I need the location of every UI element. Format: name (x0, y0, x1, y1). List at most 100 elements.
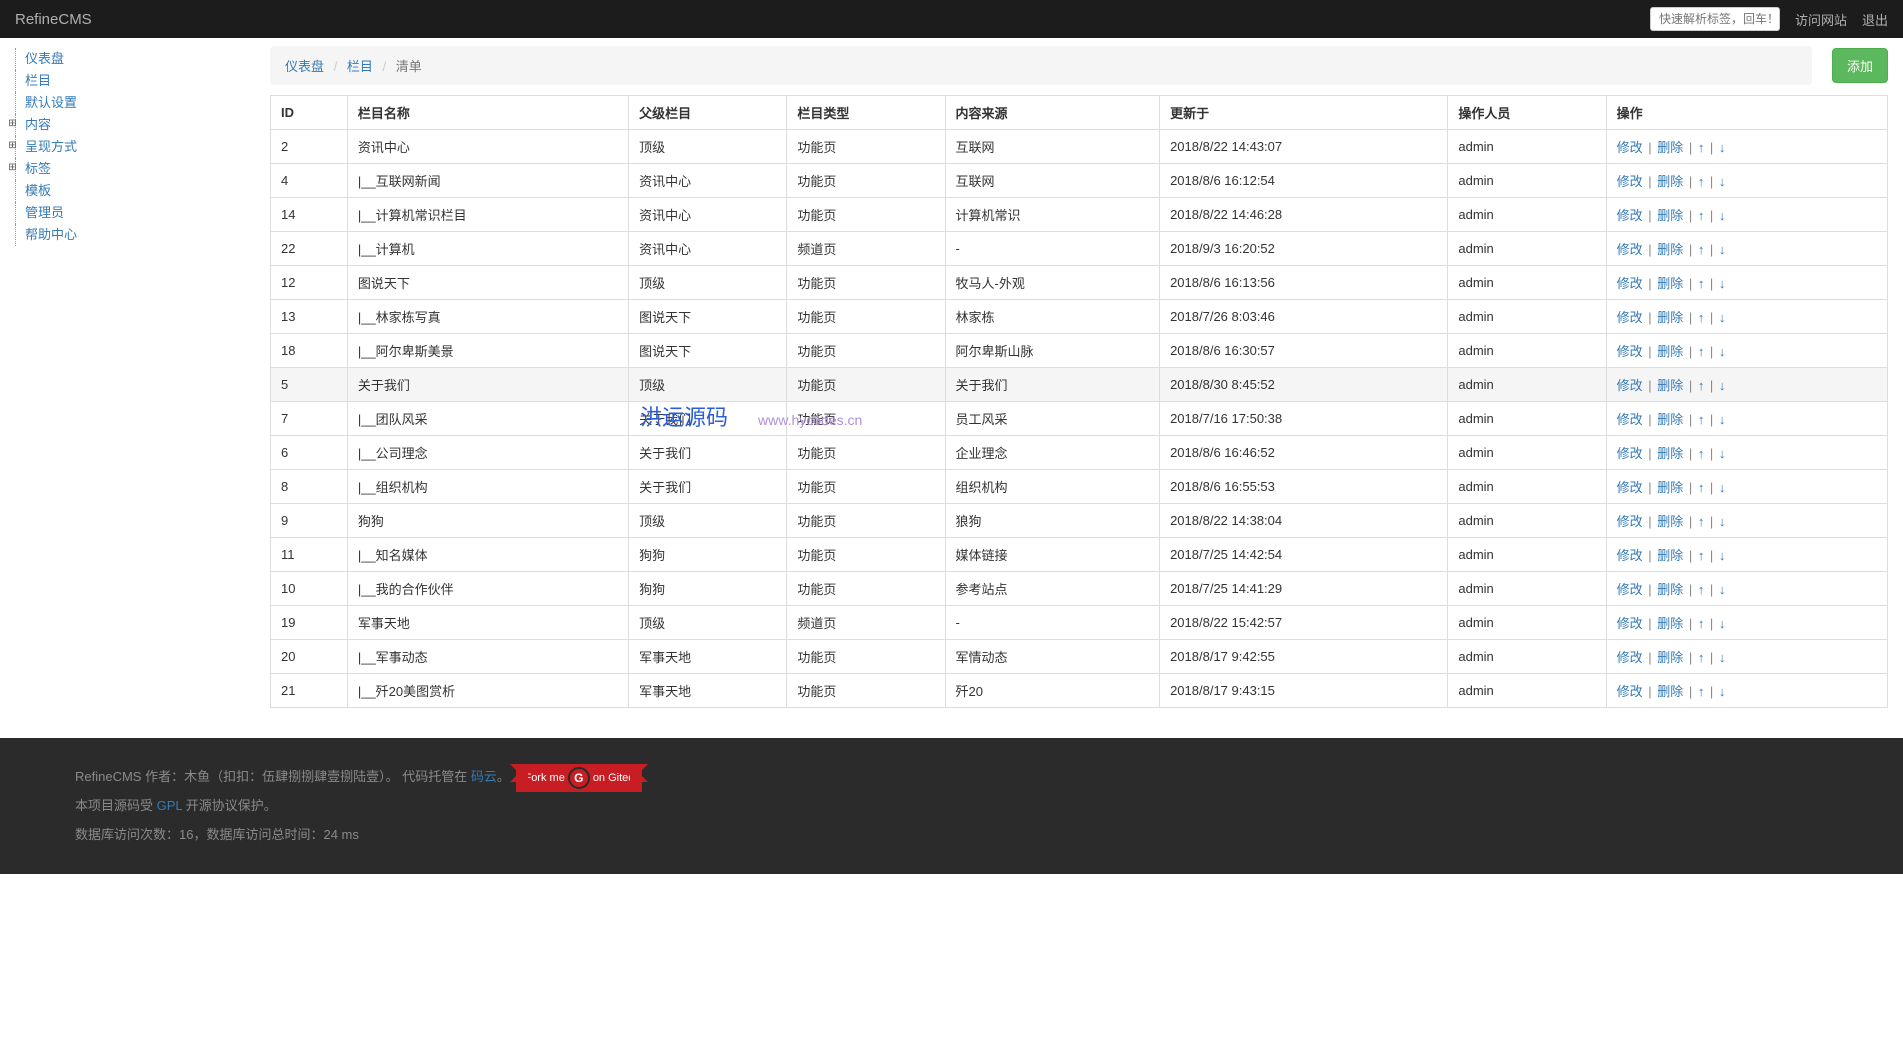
sidebar-link[interactable]: 呈现方式 (25, 139, 77, 154)
move-down-link[interactable]: ↓ (1719, 344, 1726, 359)
delete-link[interactable]: 删除 (1657, 548, 1683, 563)
move-up-link[interactable]: ↑ (1698, 480, 1705, 495)
expand-icon[interactable]: ⊞ (8, 119, 17, 128)
move-down-link[interactable]: ↓ (1719, 684, 1726, 699)
move-up-link[interactable]: ↑ (1698, 582, 1705, 597)
edit-link[interactable]: 修改 (1617, 616, 1643, 631)
move-down-link[interactable]: ↓ (1719, 412, 1726, 427)
move-down-link[interactable]: ↓ (1719, 582, 1726, 597)
delete-link[interactable]: 删除 (1657, 514, 1683, 529)
gitee-badge[interactable]: Fork me G on Gitee (516, 763, 642, 792)
delete-link[interactable]: 删除 (1657, 276, 1683, 291)
gpl-link[interactable]: GPL (157, 798, 183, 813)
delete-link[interactable]: 删除 (1657, 650, 1683, 665)
move-down-link[interactable]: ↓ (1719, 548, 1726, 563)
move-down-link[interactable]: ↓ (1719, 514, 1726, 529)
move-up-link[interactable]: ↑ (1698, 684, 1705, 699)
move-down-link[interactable]: ↓ (1719, 276, 1726, 291)
edit-link[interactable]: 修改 (1617, 242, 1643, 257)
sidebar-item[interactable]: ⊞内容 (15, 114, 120, 136)
delete-link[interactable]: 删除 (1657, 310, 1683, 325)
sidebar-item[interactable]: 默认设置 (15, 92, 120, 114)
logout-link[interactable]: 退出 (1862, 10, 1888, 29)
sidebar-link[interactable]: 模板 (25, 183, 51, 198)
delete-link[interactable]: 删除 (1657, 480, 1683, 495)
delete-link[interactable]: 删除 (1657, 582, 1683, 597)
visit-site-link[interactable]: 访问网站 (1795, 10, 1847, 29)
delete-link[interactable]: 删除 (1657, 174, 1683, 189)
gitee-link[interactable]: 码云 (471, 769, 497, 784)
edit-link[interactable]: 修改 (1617, 582, 1643, 597)
move-up-link[interactable]: ↑ (1698, 514, 1705, 529)
move-up-link[interactable]: ↑ (1698, 446, 1705, 461)
edit-link[interactable]: 修改 (1617, 446, 1643, 461)
sidebar-link[interactable]: 默认设置 (25, 95, 77, 110)
move-down-link[interactable]: ↓ (1719, 310, 1726, 325)
sidebar-item[interactable]: ⊞呈现方式 (15, 136, 120, 158)
move-up-link[interactable]: ↑ (1698, 174, 1705, 189)
delete-link[interactable]: 删除 (1657, 208, 1683, 223)
move-down-link[interactable]: ↓ (1719, 378, 1726, 393)
sidebar-item[interactable]: 模板 (15, 180, 120, 202)
sidebar-item[interactable]: 栏目 (15, 70, 120, 92)
move-up-link[interactable]: ↑ (1698, 276, 1705, 291)
move-up-link[interactable]: ↑ (1698, 344, 1705, 359)
sidebar-item[interactable]: 仪表盘 (15, 48, 120, 70)
move-down-link[interactable]: ↓ (1719, 242, 1726, 257)
move-up-link[interactable]: ↑ (1698, 310, 1705, 325)
delete-link[interactable]: 删除 (1657, 378, 1683, 393)
delete-link[interactable]: 删除 (1657, 446, 1683, 461)
breadcrumb-dashboard[interactable]: 仪表盘 (285, 59, 324, 74)
edit-link[interactable]: 修改 (1617, 310, 1643, 325)
delete-link[interactable]: 删除 (1657, 616, 1683, 631)
edit-link[interactable]: 修改 (1617, 412, 1643, 427)
cell-actions: 修改 | 删除 | ↑ | ↓ (1606, 572, 1887, 606)
delete-link[interactable]: 删除 (1657, 412, 1683, 427)
sidebar-link[interactable]: 栏目 (25, 73, 51, 88)
move-down-link[interactable]: ↓ (1719, 174, 1726, 189)
delete-link[interactable]: 删除 (1657, 242, 1683, 257)
edit-link[interactable]: 修改 (1617, 208, 1643, 223)
expand-icon[interactable]: ⊞ (8, 141, 17, 150)
sidebar-link[interactable]: 内容 (25, 117, 51, 132)
move-down-link[interactable]: ↓ (1719, 446, 1726, 461)
move-down-link[interactable]: ↓ (1719, 616, 1726, 631)
move-down-link[interactable]: ↓ (1719, 140, 1726, 155)
sidebar-link[interactable]: 帮助中心 (25, 227, 77, 242)
delete-link[interactable]: 删除 (1657, 344, 1683, 359)
move-up-link[interactable]: ↑ (1698, 616, 1705, 631)
delete-link[interactable]: 删除 (1657, 684, 1683, 699)
sidebar-link[interactable]: 标签 (25, 161, 51, 176)
sidebar-link[interactable]: 仪表盘 (25, 51, 64, 66)
move-up-link[interactable]: ↑ (1698, 208, 1705, 223)
edit-link[interactable]: 修改 (1617, 480, 1643, 495)
edit-link[interactable]: 修改 (1617, 514, 1643, 529)
sidebar-item[interactable]: 管理员 (15, 202, 120, 224)
move-up-link[interactable]: ↑ (1698, 412, 1705, 427)
edit-link[interactable]: 修改 (1617, 174, 1643, 189)
sidebar-item[interactable]: ⊞标签 (15, 158, 120, 180)
edit-link[interactable]: 修改 (1617, 684, 1643, 699)
edit-link[interactable]: 修改 (1617, 344, 1643, 359)
add-button[interactable]: 添加 (1832, 48, 1888, 83)
move-up-link[interactable]: ↑ (1698, 548, 1705, 563)
breadcrumb-column[interactable]: 栏目 (347, 59, 373, 74)
edit-link[interactable]: 修改 (1617, 378, 1643, 393)
edit-link[interactable]: 修改 (1617, 650, 1643, 665)
expand-icon[interactable]: ⊞ (8, 163, 17, 172)
move-up-link[interactable]: ↑ (1698, 242, 1705, 257)
sidebar-link[interactable]: 管理员 (25, 205, 64, 220)
move-up-link[interactable]: ↑ (1698, 650, 1705, 665)
edit-link[interactable]: 修改 (1617, 140, 1643, 155)
move-down-link[interactable]: ↓ (1719, 480, 1726, 495)
move-down-link[interactable]: ↓ (1719, 208, 1726, 223)
move-down-link[interactable]: ↓ (1719, 650, 1726, 665)
delete-link[interactable]: 删除 (1657, 140, 1683, 155)
search-input[interactable] (1650, 7, 1780, 31)
edit-link[interactable]: 修改 (1617, 276, 1643, 291)
move-up-link[interactable]: ↑ (1698, 140, 1705, 155)
edit-link[interactable]: 修改 (1617, 548, 1643, 563)
table-header: 栏目名称 (347, 96, 628, 130)
sidebar-item[interactable]: 帮助中心 (15, 224, 120, 246)
move-up-link[interactable]: ↑ (1698, 378, 1705, 393)
